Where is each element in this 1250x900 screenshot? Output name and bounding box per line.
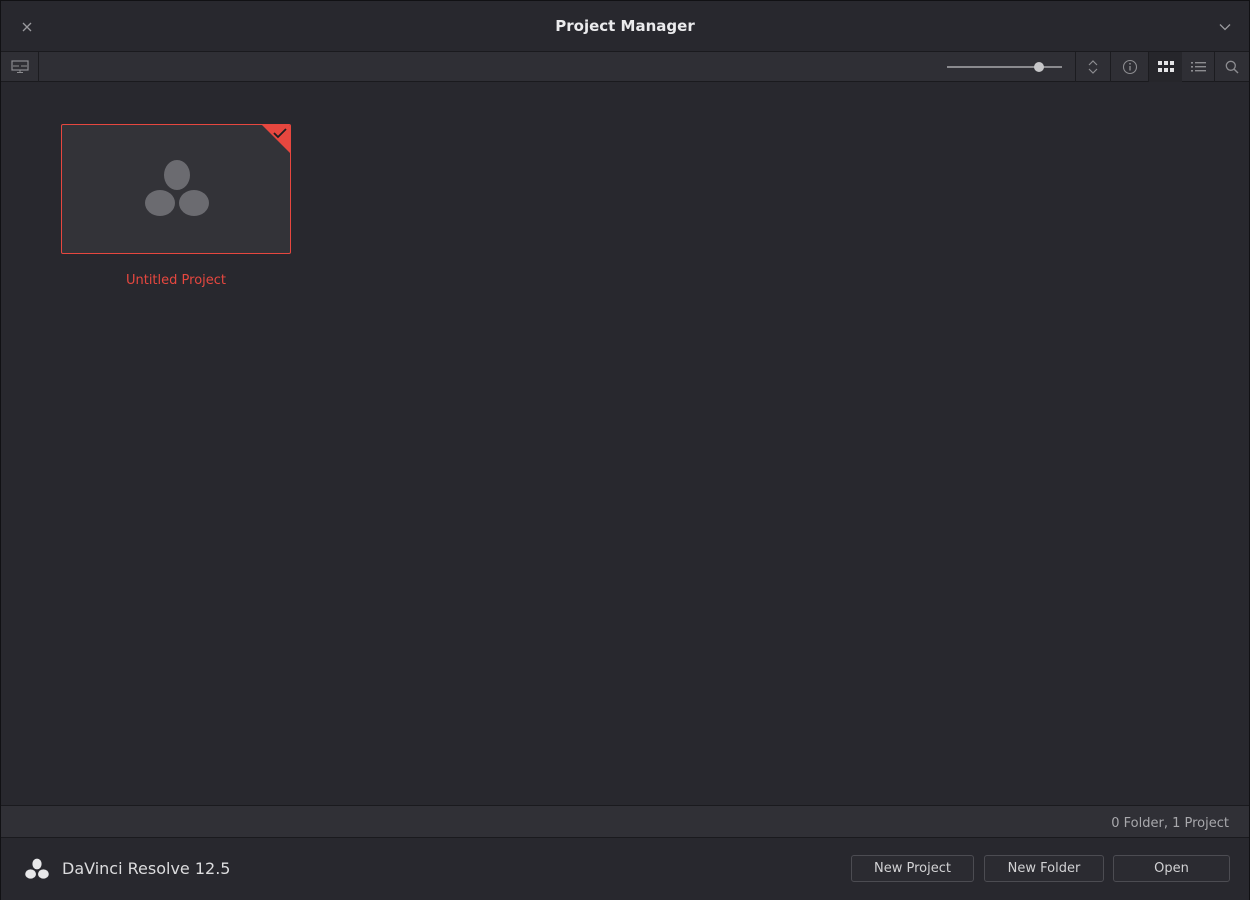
open-button[interactable]: Open — [1113, 855, 1230, 882]
thumbnail-size-slider[interactable] — [947, 52, 1062, 82]
sort-icon — [1088, 60, 1098, 74]
chevron-down-icon — [1219, 24, 1231, 31]
info-button[interactable] — [1111, 52, 1148, 82]
footer: DaVinci Resolve 12.5 New Project New Fol… — [1, 838, 1249, 900]
list-view-button[interactable] — [1182, 52, 1214, 82]
monitor-icon — [10, 60, 29, 73]
search-button[interactable] — [1215, 52, 1249, 82]
search-icon — [1225, 60, 1239, 74]
grid-view-icon — [1157, 61, 1174, 72]
info-icon — [1122, 59, 1137, 75]
new-folder-button[interactable]: New Folder — [984, 855, 1104, 882]
project-browser: Untitled Project — [1, 83, 1249, 805]
toolbar — [1, 52, 1249, 82]
project-manager-window: Project Manager Untitled Project 0 Folde… — [0, 0, 1250, 900]
collapse-button[interactable] — [1213, 15, 1237, 39]
grid-view-button[interactable] — [1149, 52, 1182, 82]
slider-thumb[interactable] — [1034, 62, 1044, 72]
davinci-resolve-icon — [25, 858, 49, 879]
title-bar: Project Manager — [1, 1, 1249, 52]
davinci-resolve-logo-icon — [145, 160, 209, 216]
show-databases-button[interactable] — [1, 52, 38, 82]
project-name: Untitled Project — [125, 273, 227, 288]
slider-track — [947, 66, 1062, 68]
status-bar: 0 Folder, 1 Project — [1, 805, 1249, 838]
new-project-button[interactable]: New Project — [851, 855, 974, 882]
selected-check-icon — [262, 125, 290, 153]
project-thumbnail[interactable] — [61, 124, 291, 254]
project-card[interactable]: Untitled Project — [61, 124, 291, 288]
window-title: Project Manager — [555, 17, 695, 35]
app-name: DaVinci Resolve 12.5 — [62, 859, 231, 878]
item-count: 0 Folder, 1 Project — [1111, 816, 1229, 831]
list-view-icon — [1190, 62, 1206, 72]
sort-button[interactable] — [1076, 52, 1110, 82]
